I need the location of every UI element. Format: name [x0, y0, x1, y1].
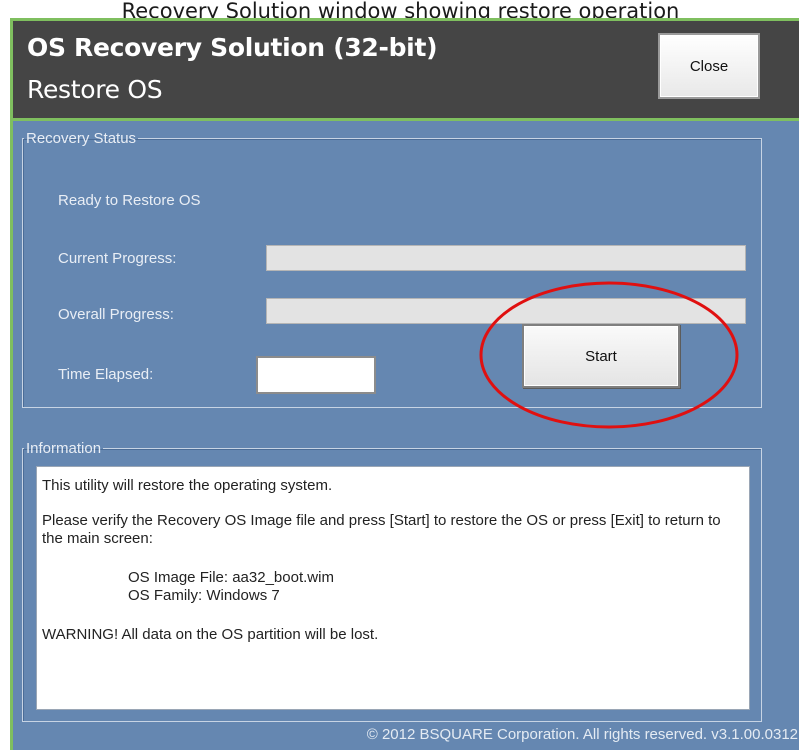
status-text: Ready to Restore OS — [58, 192, 201, 209]
current-progress-label: Current Progress: — [58, 250, 177, 267]
close-button[interactable]: Close — [658, 33, 760, 99]
recovery-status-legend: Recovery Status — [26, 130, 137, 147]
info-warning: WARNING! All data on the OS partition wi… — [42, 626, 379, 643]
page-subtitle: Restore OS — [27, 75, 163, 104]
time-elapsed-field — [256, 356, 376, 394]
current-progress-bar — [266, 245, 746, 271]
copyright-footer: © 2012 BSQUARE Corporation. All rights r… — [366, 726, 798, 743]
information-text-box: This utility will restore the operating … — [36, 466, 750, 710]
overall-progress-bar — [266, 298, 746, 324]
information-legend: Information — [26, 440, 102, 457]
info-intro: This utility will restore the operating … — [42, 477, 333, 494]
info-os-family: OS Family: Windows 7 — [128, 587, 280, 604]
app-title: OS Recovery Solution (32-bit) — [27, 33, 438, 62]
overall-progress-label: Overall Progress: — [58, 306, 174, 323]
info-verify: Please verify the Recovery OS Image file… — [42, 512, 721, 547]
start-button[interactable]: Start — [522, 324, 680, 388]
time-elapsed-label: Time Elapsed: — [58, 366, 154, 383]
title-header: OS Recovery Solution (32-bit) Restore OS… — [13, 21, 799, 121]
info-image-file: OS Image File: aa32_boot.wim — [128, 569, 334, 586]
